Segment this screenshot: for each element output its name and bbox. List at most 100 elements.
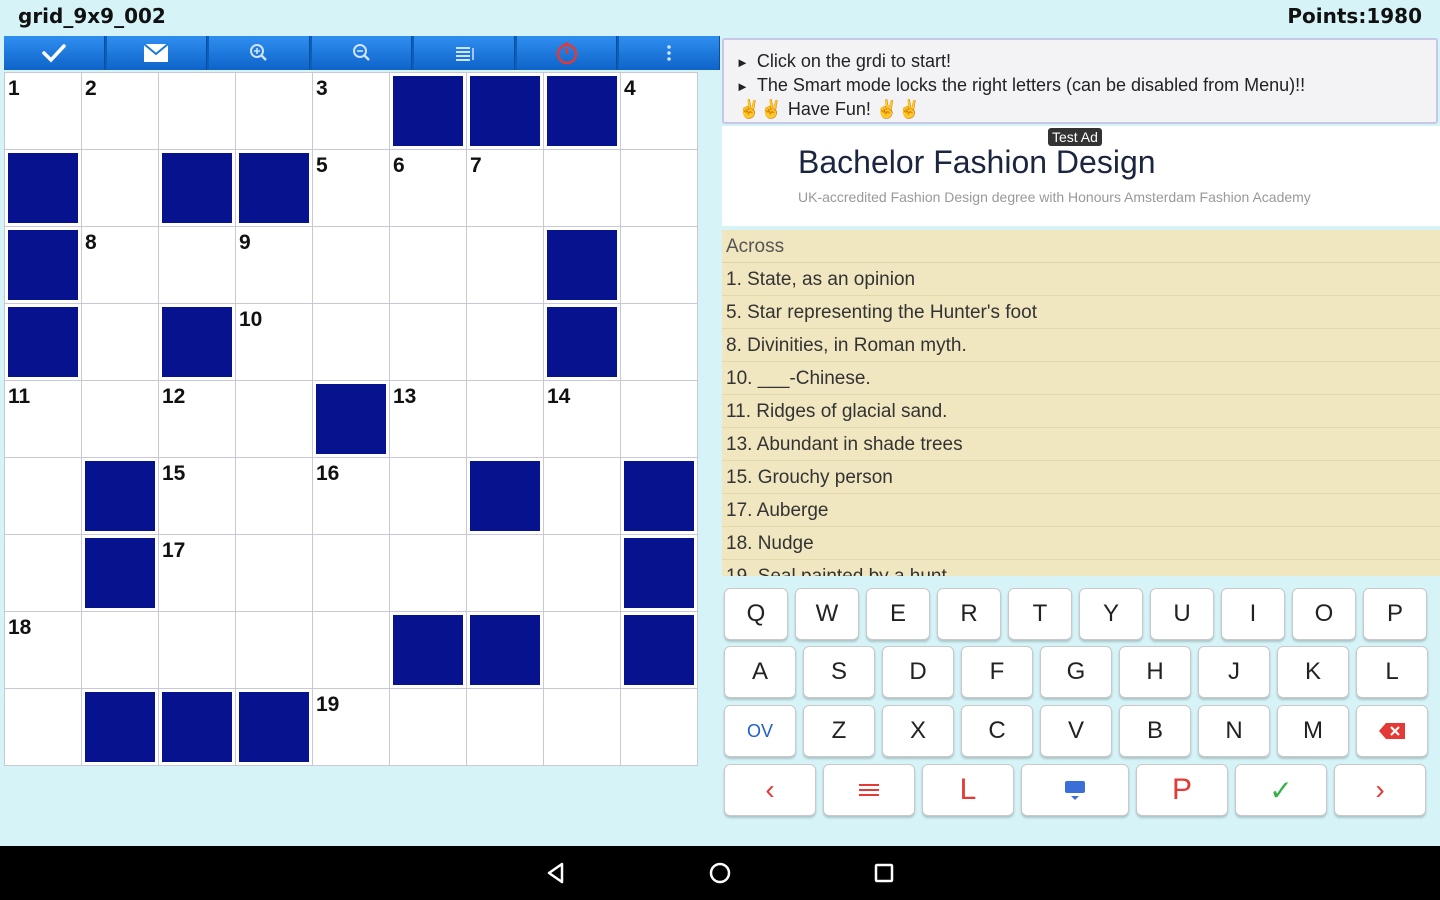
key-o[interactable]: O (1292, 588, 1356, 640)
mail-button[interactable] (106, 36, 208, 70)
grid-cell[interactable]: 7 (467, 150, 544, 227)
grid-cell[interactable] (544, 150, 621, 227)
timer-button[interactable] (516, 36, 618, 70)
zoom-in-button[interactable] (209, 36, 310, 70)
crossword-grid[interactable]: 1 2 3 4 5 6 7 8 9 10 11 12 13 14 15 16 17 18 19 (4, 72, 698, 766)
grid-cell[interactable] (467, 689, 544, 766)
key-j[interactable]: J (1198, 646, 1270, 698)
clue-item[interactable]: 15. Grouchy person (722, 461, 1440, 494)
key-b[interactable]: B (1119, 705, 1191, 757)
grid-cell[interactable] (467, 304, 544, 381)
next-clue-key[interactable]: › (1334, 764, 1426, 816)
key-g[interactable]: G (1040, 646, 1112, 698)
clue-item[interactable]: 18. Nudge (722, 527, 1440, 560)
grid-cell[interactable]: 10 (236, 304, 313, 381)
grid-cell[interactable]: 18 (5, 612, 82, 689)
key-n[interactable]: N (1198, 705, 1270, 757)
grid-cell[interactable] (390, 535, 467, 612)
key-p[interactable]: P (1363, 588, 1427, 640)
grid-cell[interactable] (390, 689, 467, 766)
key-c[interactable]: C (961, 705, 1033, 757)
grid-cell[interactable] (313, 304, 390, 381)
clue-list[interactable]: Across 1. State, as an opinion 5. Star r… (722, 230, 1440, 576)
clue-item[interactable]: 19. Seal painted by a hunt (722, 560, 1440, 576)
grid-cell[interactable]: 1 (5, 73, 82, 150)
grid-cell[interactable] (621, 381, 698, 458)
key-h[interactable]: H (1119, 646, 1191, 698)
zoom-out-button[interactable] (311, 36, 413, 70)
grid-cell[interactable]: 6 (390, 150, 467, 227)
key-m[interactable]: M (1277, 705, 1349, 757)
grid-cell[interactable] (82, 612, 159, 689)
grid-cell[interactable]: 8 (82, 227, 159, 304)
grid-cell[interactable] (5, 458, 82, 535)
grid-cell[interactable]: 3 (313, 73, 390, 150)
grid-cell[interactable] (544, 535, 621, 612)
grid-cell[interactable] (82, 381, 159, 458)
grid-cell[interactable] (236, 381, 313, 458)
grid-cell[interactable] (236, 612, 313, 689)
check-button[interactable] (4, 36, 105, 70)
grid-cell[interactable] (467, 535, 544, 612)
key-w[interactable]: W (795, 588, 859, 640)
more-menu-button[interactable] (619, 36, 721, 70)
grid-cell[interactable]: 5 (313, 150, 390, 227)
clue-item[interactable]: 10. ___-Chinese. (722, 362, 1440, 395)
grid-cell[interactable] (236, 535, 313, 612)
grid-cell[interactable] (313, 612, 390, 689)
grid-cell[interactable] (313, 227, 390, 304)
clue-item[interactable]: 11. Ridges of glacial sand. (722, 395, 1440, 428)
key-i[interactable]: I (1221, 588, 1285, 640)
grid-cell[interactable] (159, 73, 236, 150)
grid-cell[interactable]: 14 (544, 381, 621, 458)
grid-cell[interactable] (544, 689, 621, 766)
reveal-puzzle-key[interactable]: P (1136, 764, 1228, 816)
grid-cell[interactable] (390, 227, 467, 304)
key-z[interactable]: Z (803, 705, 875, 757)
grid-cell[interactable] (159, 227, 236, 304)
grid-cell[interactable]: 16 (313, 458, 390, 535)
keyboard-toggle-key[interactable] (1021, 764, 1129, 816)
grid-cell[interactable]: 4 (621, 73, 698, 150)
grid-cell[interactable] (621, 689, 698, 766)
grid-cell[interactable] (621, 304, 698, 381)
reveal-letter-key[interactable]: L (922, 764, 1014, 816)
grid-cell[interactable] (5, 689, 82, 766)
grid-cell[interactable] (544, 458, 621, 535)
grid-cell[interactable]: 2 (82, 73, 159, 150)
key-s[interactable]: S (803, 646, 875, 698)
key-v[interactable]: V (1040, 705, 1112, 757)
back-icon[interactable] (542, 859, 570, 887)
ad-title[interactable]: Bachelor Fashion Design (798, 144, 1156, 181)
clue-item[interactable]: 5. Star representing the Hunter's foot (722, 296, 1440, 329)
clue-item[interactable]: 8. Divinities, in Roman myth. (722, 329, 1440, 362)
key-l[interactable]: L (1356, 646, 1428, 698)
check-answer-key[interactable]: ✓ (1235, 764, 1327, 816)
clue-item[interactable]: 17. Auberge (722, 494, 1440, 527)
grid-cell[interactable]: 17 (159, 535, 236, 612)
key-k[interactable]: K (1277, 646, 1349, 698)
list-button[interactable] (414, 36, 515, 70)
grid-cell[interactable]: 19 (313, 689, 390, 766)
grid-cell[interactable] (621, 150, 698, 227)
recents-icon[interactable] (870, 859, 898, 887)
grid-cell[interactable] (467, 381, 544, 458)
grid-cell[interactable] (236, 458, 313, 535)
grid-cell[interactable]: 12 (159, 381, 236, 458)
grid-cell[interactable] (467, 227, 544, 304)
grid-cell[interactable] (82, 304, 159, 381)
grid-cell[interactable]: 9 (236, 227, 313, 304)
grid-cell[interactable] (82, 150, 159, 227)
key-e[interactable]: E (866, 588, 930, 640)
overwrite-mode-key[interactable]: OV (724, 705, 796, 757)
grid-cell[interactable]: 11 (5, 381, 82, 458)
grid-cell[interactable] (159, 612, 236, 689)
ad-banner[interactable]: Test Ad Bachelor Fashion Design UK-accre… (722, 126, 1440, 226)
key-t[interactable]: T (1008, 588, 1072, 640)
backspace-key[interactable] (1356, 705, 1428, 757)
key-d[interactable]: D (882, 646, 954, 698)
key-r[interactable]: R (937, 588, 1001, 640)
key-u[interactable]: U (1150, 588, 1214, 640)
prev-clue-key[interactable]: ‹ (724, 764, 816, 816)
grid-cell[interactable] (5, 535, 82, 612)
